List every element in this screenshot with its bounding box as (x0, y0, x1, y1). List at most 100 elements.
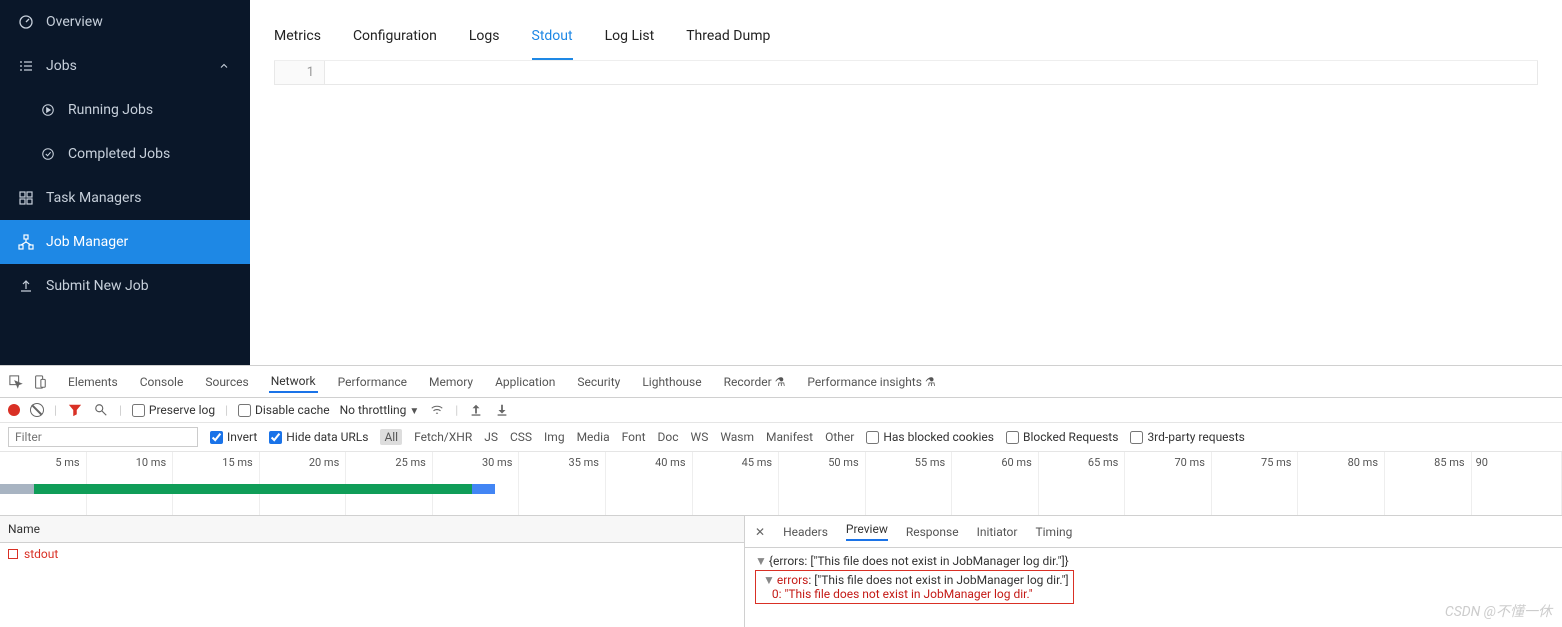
tab-logs[interactable]: Logs (469, 12, 500, 60)
sidebar-item-label: Task Managers (46, 190, 232, 206)
request-row-stdout[interactable]: stdout (0, 543, 744, 565)
timeline-bars (0, 474, 1562, 504)
list-icon (18, 58, 34, 74)
filter-doc[interactable]: Doc (658, 430, 679, 444)
chevron-up-icon (216, 58, 232, 74)
stdout-editor: 1 (274, 61, 1538, 85)
flask-icon: ⚗ (775, 375, 786, 389)
filter-manifest[interactable]: Manifest (766, 430, 813, 444)
subtab-initiator[interactable]: Initiator (977, 525, 1018, 539)
devtools-tabs: Elements Console Sources Network Perform… (0, 366, 1562, 398)
tab-loglist[interactable]: Log List (605, 12, 655, 60)
sidebar-item-submit-job[interactable]: Submit New Job (0, 264, 250, 308)
invert-checkbox[interactable]: Invert (210, 430, 257, 444)
code-area[interactable] (325, 61, 1537, 84)
filter-all[interactable]: All (380, 429, 402, 445)
check-circle-icon (40, 146, 56, 162)
name-column-header[interactable]: Name (0, 516, 744, 543)
content-tabs: Metrics Configuration Logs Stdout Log Li… (274, 12, 1538, 61)
filter-img[interactable]: Img (544, 430, 565, 444)
devtools-tab-elements[interactable]: Elements (66, 371, 120, 393)
blocked-requests-checkbox[interactable]: Blocked Requests (1006, 430, 1118, 444)
devtools-panel: Elements Console Sources Network Perform… (0, 365, 1562, 627)
cluster-icon (18, 234, 34, 250)
filter-input[interactable] (8, 427, 198, 447)
subtab-response[interactable]: Response (906, 525, 959, 539)
network-filter-bar: Invert Hide data URLs All Fetch/XHR JS C… (0, 423, 1562, 452)
sidebar-item-label: Completed Jobs (68, 146, 232, 162)
download-har-icon[interactable] (494, 402, 510, 418)
devtools-tab-memory[interactable]: Memory (427, 371, 475, 393)
search-icon[interactable] (93, 402, 109, 418)
tab-metrics[interactable]: Metrics (274, 12, 321, 60)
thirdparty-checkbox[interactable]: 3rd-party requests (1130, 430, 1244, 444)
devtools-tab-lighthouse[interactable]: Lighthouse (640, 371, 703, 393)
disable-cache-checkbox[interactable]: Disable cache (238, 403, 330, 417)
tab-stdout[interactable]: Stdout (532, 12, 573, 60)
clear-button[interactable] (30, 403, 44, 417)
timeline-bar (0, 484, 34, 494)
network-timeline[interactable]: 5 ms 10 ms 15 ms 20 ms 25 ms 30 ms 35 ms… (0, 452, 1562, 516)
detail-subtabs: ✕ Headers Preview Response Initiator Tim… (745, 516, 1562, 548)
tab-threaddump[interactable]: Thread Dump (686, 12, 770, 60)
upload-har-icon[interactable] (468, 402, 484, 418)
expand-arrow-icon[interactable]: ▼ (763, 573, 775, 587)
filter-ws[interactable]: WS (691, 430, 709, 444)
record-button[interactable] (8, 404, 20, 416)
request-detail-pane: ✕ Headers Preview Response Initiator Tim… (745, 516, 1562, 627)
devtools-tab-sources[interactable]: Sources (203, 371, 250, 393)
wifi-icon[interactable] (429, 402, 445, 418)
sidebar-item-job-manager[interactable]: Job Manager (0, 220, 250, 264)
subtab-preview[interactable]: Preview (846, 522, 888, 541)
request-name-label: stdout (24, 547, 58, 561)
subtab-headers[interactable]: Headers (783, 525, 828, 539)
filter-media[interactable]: Media (577, 430, 610, 444)
expand-arrow-icon[interactable]: ▼ (755, 554, 767, 568)
grid-icon (18, 190, 34, 206)
filter-font[interactable]: Font (622, 430, 646, 444)
play-circle-icon (40, 102, 56, 118)
filter-icon[interactable] (67, 402, 83, 418)
line-number: 1 (275, 61, 325, 84)
hide-data-urls-checkbox[interactable]: Hide data URLs (269, 430, 368, 444)
sidebar-item-completed-jobs[interactable]: Completed Jobs (0, 132, 250, 176)
sidebar: Overview Jobs Running Jobs Completed Job… (0, 0, 250, 365)
devtools-tab-network[interactable]: Network (269, 370, 318, 393)
sidebar-item-label: Running Jobs (68, 102, 232, 118)
flask-icon: ⚗ (925, 375, 936, 389)
timeline-bar (472, 484, 495, 494)
filter-other[interactable]: Other (825, 430, 854, 444)
tab-configuration[interactable]: Configuration (353, 12, 437, 60)
sidebar-item-task-managers[interactable]: Task Managers (0, 176, 250, 220)
devtools-tab-application[interactable]: Application (493, 371, 557, 393)
devtools-tab-security[interactable]: Security (575, 371, 622, 393)
main-content: Metrics Configuration Logs Stdout Log Li… (250, 0, 1562, 365)
sidebar-item-label: Job Manager (46, 234, 232, 250)
devtools-tab-console[interactable]: Console (138, 371, 186, 393)
request-status-icon (8, 549, 18, 559)
close-detail-button[interactable]: ✕ (755, 525, 765, 539)
timeline-bar (34, 484, 471, 494)
preserve-log-checkbox[interactable]: Preserve log (132, 403, 215, 417)
devtools-tab-recorder[interactable]: Recorder ⚗ (722, 371, 788, 393)
throttling-select[interactable]: No throttling ▼ (340, 403, 420, 417)
response-preview[interactable]: ▼{errors: ["This file does not exist in … (745, 548, 1562, 610)
chevron-down-icon: ▼ (409, 406, 419, 417)
sidebar-item-label: Jobs (46, 58, 204, 74)
filter-css[interactable]: CSS (510, 430, 532, 444)
filter-fetch[interactable]: Fetch/XHR (414, 430, 472, 444)
device-icon[interactable] (32, 374, 48, 390)
dashboard-icon (18, 14, 34, 30)
sidebar-item-overview[interactable]: Overview (0, 0, 250, 44)
sidebar-item-jobs[interactable]: Jobs (0, 44, 250, 88)
subtab-timing[interactable]: Timing (1035, 525, 1072, 539)
sidebar-item-label: Overview (46, 14, 232, 30)
devtools-tab-perfinsights[interactable]: Performance insights ⚗ (805, 371, 937, 393)
filter-js[interactable]: JS (484, 430, 498, 444)
request-list-pane: Name stdout (0, 516, 745, 627)
devtools-tab-performance[interactable]: Performance (336, 371, 409, 393)
filter-wasm[interactable]: Wasm (720, 430, 754, 444)
blocked-cookies-checkbox[interactable]: Has blocked cookies (866, 430, 994, 444)
inspect-icon[interactable] (8, 374, 24, 390)
sidebar-item-running-jobs[interactable]: Running Jobs (0, 88, 250, 132)
